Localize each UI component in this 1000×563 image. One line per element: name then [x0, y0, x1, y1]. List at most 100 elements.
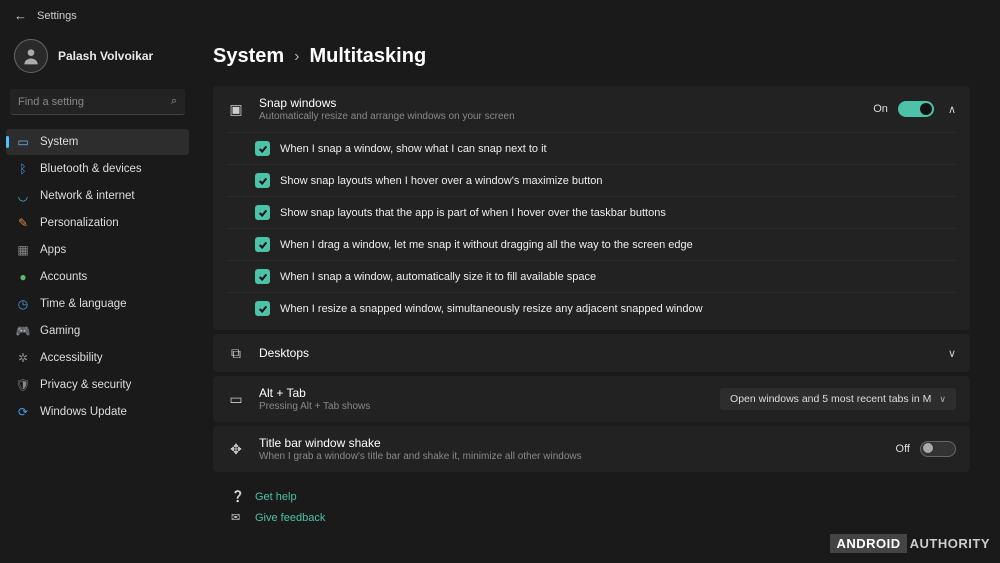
snap-option-3[interactable]: When I drag a window, let me snap it wit… — [227, 228, 956, 260]
sidebar-nav: ▭ System ᛒ Bluetooth & devices ◡ Network… — [6, 129, 189, 425]
snap-option-2[interactable]: Show snap layouts that the app is part o… — [227, 196, 956, 228]
watermark-authority: AUTHORITY — [910, 536, 990, 551]
sidebar-item-accessibility[interactable]: ✲ Accessibility — [6, 345, 189, 371]
sidebar-item-label: Windows Update — [40, 406, 127, 418]
alt-tab-icon: ▭ — [227, 390, 245, 408]
breadcrumb-parent[interactable]: System — [213, 45, 284, 68]
sidebar-item-label: Personalization — [40, 217, 119, 229]
snap-option-1[interactable]: Show snap layouts when I hover over a wi… — [227, 164, 956, 196]
sidebar-item-gaming[interactable]: 🎮 Gaming — [6, 318, 189, 344]
give-feedback-link[interactable]: ✉ Give feedback — [217, 507, 966, 528]
sidebar-item-apps[interactable]: ▦ Apps — [6, 237, 189, 263]
shake-icon: ✥ — [227, 440, 245, 458]
status-label: On — [873, 103, 888, 115]
breadcrumb-current: Multitasking — [309, 45, 426, 68]
check-label: Show snap layouts when I hover over a wi… — [280, 175, 603, 187]
bluetooth-icon: ᛒ — [16, 162, 30, 176]
select-value: Open windows and 5 most recent tabs in M — [730, 393, 931, 405]
checkbox-icon[interactable] — [255, 269, 270, 284]
globe-icon: ◷ — [16, 297, 30, 311]
sidebar-item-accounts[interactable]: ● Accounts — [6, 264, 189, 290]
check-label: When I snap a window, automatically size… — [280, 271, 596, 283]
status-label: Off — [896, 443, 910, 455]
card-subtitle: Pressing Alt + Tab shows — [259, 401, 720, 412]
search-input-wrap[interactable]: ⌕ — [10, 89, 185, 115]
card-title: Alt + Tab — [259, 386, 720, 400]
sidebar-item-label: Privacy & security — [40, 379, 131, 391]
breadcrumb: System › Multitasking — [213, 31, 970, 86]
checkbox-icon[interactable] — [255, 205, 270, 220]
sidebar-item-label: Accounts — [40, 271, 87, 283]
card-subtitle: Automatically resize and arrange windows… — [259, 111, 873, 122]
system-icon: ▭ — [16, 135, 30, 149]
get-help-link[interactable]: ❔ Get help — [217, 486, 966, 507]
chevron-right-icon: › — [294, 48, 299, 66]
card-title: Title bar window shake — [259, 436, 896, 450]
paintbrush-icon: ✎ — [16, 216, 30, 230]
chevron-up-icon[interactable]: ∧ — [948, 103, 956, 116]
snap-option-0[interactable]: When I snap a window, show what I can sn… — [227, 132, 956, 164]
checkbox-icon[interactable] — [255, 173, 270, 188]
desktops-card[interactable]: ⧉ Desktops ∨ — [213, 334, 970, 372]
snap-windows-header[interactable]: ▣ Snap windows Automatically resize and … — [213, 86, 970, 132]
search-input[interactable] — [18, 96, 171, 108]
sidebar-item-bluetooth[interactable]: ᛒ Bluetooth & devices — [6, 156, 189, 182]
update-icon: ⟳ — [16, 405, 30, 419]
apps-icon: ▦ — [16, 243, 30, 257]
sidebar-item-network[interactable]: ◡ Network & internet — [6, 183, 189, 209]
person-icon: ● — [16, 270, 30, 284]
link-label: Give feedback — [255, 512, 325, 524]
snap-option-4[interactable]: When I snap a window, automatically size… — [227, 260, 956, 292]
sidebar-item-time[interactable]: ◷ Time & language — [6, 291, 189, 317]
check-label: When I resize a snapped window, simultan… — [280, 303, 703, 315]
card-title: Desktops — [259, 346, 944, 360]
feedback-icon: ✉ — [231, 511, 245, 524]
sidebar: Palash Volvoikar ⌕ ▭ System ᛒ Bluetooth … — [0, 31, 195, 563]
sidebar-item-label: Accessibility — [40, 352, 103, 364]
main-content: System › Multitasking ▣ Snap windows Aut… — [195, 31, 1000, 563]
snap-option-5[interactable]: When I resize a snapped window, simultan… — [227, 292, 956, 324]
sidebar-item-privacy[interactable]: 🛡 Privacy & security — [6, 372, 189, 398]
sidebar-item-label: Network & internet — [40, 190, 135, 202]
chevron-down-icon[interactable]: ∨ — [948, 347, 956, 360]
sidebar-item-label: System — [40, 136, 78, 148]
checkbox-icon[interactable] — [255, 141, 270, 156]
snap-icon: ▣ — [227, 100, 245, 118]
check-label: When I snap a window, show what I can sn… — [280, 143, 547, 155]
sidebar-item-label: Bluetooth & devices — [40, 163, 142, 175]
help-links: ❔ Get help ✉ Give feedback — [213, 476, 970, 538]
accessibility-icon: ✲ — [16, 351, 30, 365]
chevron-down-icon: ∨ — [939, 394, 946, 405]
profile-block[interactable]: Palash Volvoikar — [6, 31, 189, 85]
profile-name: Palash Volvoikar — [58, 49, 153, 63]
desktops-icon: ⧉ — [227, 344, 245, 362]
sidebar-item-update[interactable]: ⟳ Windows Update — [6, 399, 189, 425]
sidebar-item-label: Gaming — [40, 325, 80, 337]
shield-icon: 🛡 — [16, 378, 30, 392]
card-subtitle: When I grab a window's title bar and sha… — [259, 451, 896, 462]
check-label: When I drag a window, let me snap it wit… — [280, 239, 693, 251]
link-label: Get help — [255, 491, 297, 503]
sidebar-item-label: Apps — [40, 244, 66, 256]
avatar-icon — [14, 39, 48, 73]
checkbox-icon[interactable] — [255, 237, 270, 252]
sidebar-item-label: Time & language — [40, 298, 127, 310]
sidebar-item-system[interactable]: ▭ System — [6, 129, 189, 155]
snap-options-list: When I snap a window, show what I can sn… — [213, 132, 970, 330]
back-button[interactable]: ← — [14, 8, 27, 23]
alt-tab-select[interactable]: Open windows and 5 most recent tabs in M… — [720, 388, 956, 410]
snap-windows-card: ▣ Snap windows Automatically resize and … — [213, 86, 970, 330]
watermark-android: ANDROID — [830, 534, 906, 553]
title-bar-shake-card: ✥ Title bar window shake When I grab a w… — [213, 426, 970, 472]
help-icon: ❔ — [231, 490, 245, 503]
wifi-icon: ◡ — [16, 189, 30, 203]
shake-toggle[interactable] — [920, 441, 956, 457]
checkbox-icon[interactable] — [255, 301, 270, 316]
search-icon: ⌕ — [171, 95, 177, 108]
watermark: ANDROID AUTHORITY — [830, 534, 990, 553]
card-title: Snap windows — [259, 96, 873, 110]
gamepad-icon: 🎮 — [16, 324, 30, 338]
snap-toggle[interactable] — [898, 101, 934, 117]
sidebar-item-personalization[interactable]: ✎ Personalization — [6, 210, 189, 236]
check-label: Show snap layouts that the app is part o… — [280, 207, 666, 219]
